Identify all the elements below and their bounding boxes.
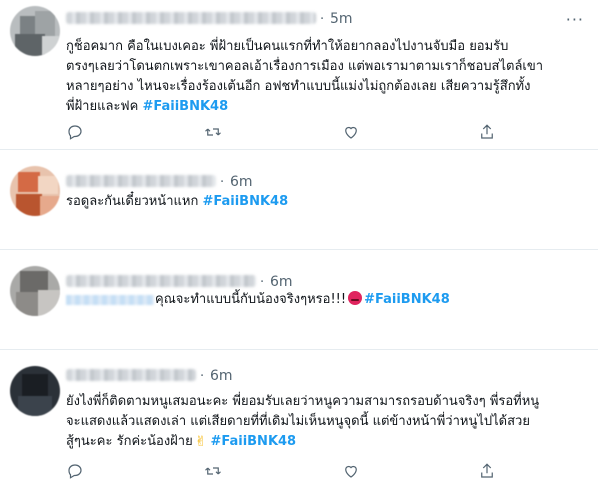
angry-face-icon <box>348 291 363 305</box>
tweet[interactable]: · 6m รอดูละกันเดี๋ยวหน้าแหก #FaiiBNK48 <box>0 150 598 250</box>
retweet-icon[interactable] <box>204 462 224 482</box>
reply-icon[interactable] <box>66 462 86 482</box>
tweet-text: กูช็อคมาก คือในเบงเคอะ พี่ฝ้ายเป็นคนแรกท… <box>66 37 586 117</box>
separator: · <box>260 275 265 290</box>
like-icon[interactable] <box>342 123 362 143</box>
separator: · <box>220 175 225 190</box>
tweet-text: ยังไงพี่ก็ติดตามหนูเสมอนะคะ พี่ยอมรับเลย… <box>66 392 586 452</box>
tweet-text: คุณจะทำแบบนี้กับน้องจริงๆหรอ!!! #FaiiBNK4… <box>66 290 586 310</box>
share-icon[interactable] <box>478 462 498 482</box>
timestamp[interactable]: 6m <box>210 368 233 384</box>
separator: · <box>320 12 325 27</box>
tweet[interactable]: · 6m ยังไงพี่ก็ติดตามหนูเสมอนะคะ พี่ยอมร… <box>0 350 598 489</box>
avatar[interactable] <box>10 166 60 216</box>
tweet-text: รอดูละกันเดี๋ยวหน้าแหก #FaiiBNK48 <box>66 192 586 212</box>
hashtag-link[interactable]: #FaiiBNK48 <box>142 99 228 114</box>
more-options-icon[interactable]: ··· <box>566 10 584 29</box>
tweet-text-body: รอดูละกันเดี๋ยวหน้าแหก <box>66 194 199 209</box>
tweet-actions <box>66 123 506 143</box>
tweet-text-line: หลายๆอย่าง ไหนจะเรื่องร้องเต้นอีก อฟชทำแ… <box>66 79 531 94</box>
avatar[interactable] <box>10 366 60 416</box>
author-name[interactable] <box>66 175 216 187</box>
tweet-text-line: ตรงๆเลยว่าโดนตกเพราะเขาคอลเอ้าเรื่องการเ… <box>66 59 544 74</box>
author-name[interactable] <box>66 275 256 287</box>
like-icon[interactable] <box>342 462 362 482</box>
hashtag-link[interactable]: #FaiiBNK48 <box>202 194 288 209</box>
tweet-text-line: พี่ฝ้ายและฟค <box>66 99 139 114</box>
victory-hand-icon: ✌ <box>194 434 207 450</box>
author-name[interactable] <box>66 12 316 24</box>
avatar[interactable] <box>10 6 60 56</box>
tweet-text-body: คุณจะทำแบบนี้กับน้องจริงๆหรอ!!! <box>155 292 347 307</box>
tweet-text-line: สู้ๆนะคะ รักค่ะน้องฝ้าย <box>66 434 193 449</box>
author-name[interactable] <box>66 369 196 381</box>
share-icon[interactable] <box>478 123 498 143</box>
retweet-icon[interactable] <box>204 123 224 143</box>
tweet-text-line: จะแสดงแล้วแสดงเล่า แต่เสียดายที่ที่เดิมไ… <box>66 414 530 429</box>
reply-icon[interactable] <box>66 123 86 143</box>
hashtag-link[interactable]: #FaiiBNK48 <box>210 434 296 449</box>
timestamp[interactable]: 6m <box>230 174 253 190</box>
tweet[interactable]: · 6m คุณจะทำแบบนี้กับน้องจริงๆหรอ!!! #Fai… <box>0 250 598 350</box>
tweet-text-line: ยังไงพี่ก็ติดตามหนูเสมอนะคะ พี่ยอมรับเลย… <box>66 394 540 409</box>
hashtag-link[interactable]: #FaiiBNK48 <box>364 292 450 307</box>
timestamp[interactable]: 6m <box>270 274 293 290</box>
tweet[interactable]: · 5m ··· กูช็อคมาก คือในเบงเคอะ พี่ฝ้ายเ… <box>0 0 598 150</box>
tweet-feed: · 5m ··· กูช็อคมาก คือในเบงเคอะ พี่ฝ้ายเ… <box>0 0 598 489</box>
blurred-mention[interactable] <box>66 294 154 305</box>
avatar[interactable] <box>10 266 60 316</box>
timestamp[interactable]: 5m <box>330 11 353 27</box>
separator: · <box>200 369 205 384</box>
tweet-actions <box>66 462 506 482</box>
tweet-text-line: กูช็อคมาก คือในเบงเคอะ พี่ฝ้ายเป็นคนแรกท… <box>66 39 509 54</box>
